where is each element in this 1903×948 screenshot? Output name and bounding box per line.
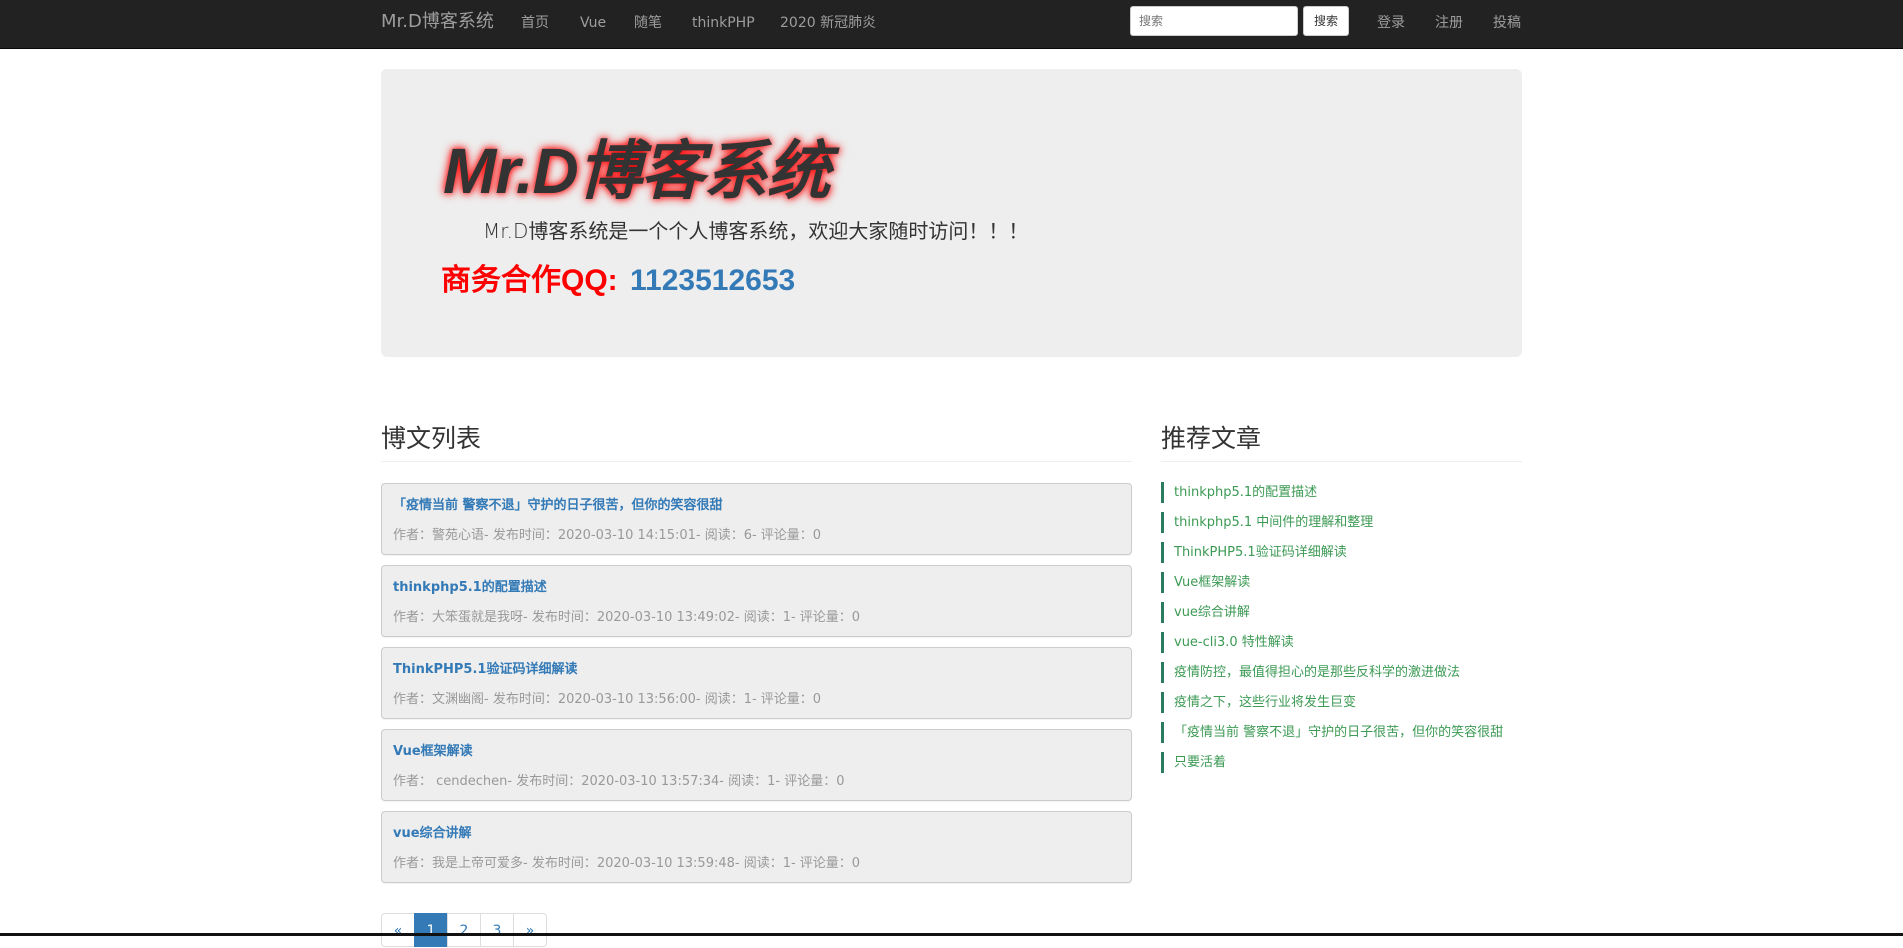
top-navbar: Mr.D博客系统 首页 Vue 随笔 thinkPHP 2020 新冠肺炎 搜索… [0, 0, 1903, 49]
pagination-page-1[interactable]: 1 [414, 913, 448, 947]
post-meta: 作者：文渊幽阁- 发布时间：2020-03-10 13:56:00- 阅读：1-… [393, 692, 822, 707]
search-input[interactable] [1130, 6, 1298, 36]
recommended-article-link[interactable]: Vue框架解读 [1161, 572, 1250, 593]
recommended-article-link[interactable]: 「疫情当前 警察不退」守护的日子很苦，但你的笑容很甜 [1161, 722, 1503, 743]
pagination-prev[interactable]: « [381, 913, 415, 947]
contact-qq-number: 1123512653 [630, 264, 796, 297]
recommended-article-link[interactable]: 疫情之下，这些行业将发生巨变 [1161, 692, 1356, 713]
nav-link-thinkphp[interactable]: thinkPHP [692, 14, 755, 32]
post-card: Vue框架解读 作者： cendechen- 发布时间：2020-03-10 1… [381, 729, 1132, 801]
nav-link-submit[interactable]: 投稿 [1493, 14, 1521, 32]
nav-link-covid[interactable]: 2020 新冠肺炎 [780, 14, 876, 32]
recommended-article-link[interactable]: vue综合讲解 [1161, 602, 1250, 623]
recommended-article-link[interactable]: vue-cli3.0 特性解读 [1161, 632, 1294, 653]
nav-link-essays[interactable]: 随笔 [634, 14, 662, 32]
pagination-page-2[interactable]: 2 [447, 913, 481, 947]
hero-banner: Mr.D博客系统 Mr.D博客系统是一个个人博客系统，欢迎大家随时访问！！！ 商… [381, 69, 1522, 357]
recommended-article-link[interactable]: 只要活着 [1161, 752, 1226, 773]
recommended-title-divider [1161, 461, 1522, 462]
pagination-next[interactable]: » [513, 913, 547, 947]
nav-link-vue[interactable]: Vue [580, 14, 606, 32]
recommended-article-link[interactable]: ThinkPHP5.1验证码详细解读 [1161, 542, 1347, 563]
post-meta: 作者：警苑心语- 发布时间：2020-03-10 14:15:01- 阅读：6-… [393, 528, 822, 543]
post-title-link[interactable]: 「疫情当前 警察不退」守护的日子很苦，但你的笑容很甜 [393, 497, 723, 515]
posts-section-title: 博文列表 [381, 424, 482, 453]
nav-link-login[interactable]: 登录 [1377, 14, 1405, 32]
post-meta: 作者：大笨蛋就是我呀- 发布时间：2020-03-10 13:49:02- 阅读… [393, 610, 861, 625]
post-card: ThinkPHP5.1验证码详细解读 作者：文渊幽阁- 发布时间：2020-03… [381, 647, 1132, 719]
post-title-link[interactable]: Vue框架解读 [393, 743, 473, 761]
recommended-article-link[interactable]: thinkphp5.1的配置描述 [1161, 482, 1317, 503]
recommended-article-link[interactable]: 疫情防控，最值得担心的是那些反科学的激进做法 [1161, 662, 1460, 683]
post-card: 「疫情当前 警察不退」守护的日子很苦，但你的笑容很甜 作者：警苑心语- 发布时间… [381, 483, 1132, 555]
nav-link-register[interactable]: 注册 [1435, 14, 1463, 32]
post-meta: 作者：我是上帝可爱多- 发布时间：2020-03-10 13:59:48- 阅读… [393, 856, 861, 871]
recommended-article-link[interactable]: thinkphp5.1 中间件的理解和整理 [1161, 512, 1373, 533]
hero-title: Mr.D博客系统 [443, 135, 831, 207]
contact-label: 商务合作QQ: [441, 264, 618, 297]
post-card: thinkphp5.1的配置描述 作者：大笨蛋就是我呀- 发布时间：2020-0… [381, 565, 1132, 637]
post-title-link[interactable]: ThinkPHP5.1验证码详细解读 [393, 661, 577, 679]
posts-title-divider [381, 461, 1132, 462]
post-card: vue综合讲解 作者：我是上帝可爱多- 发布时间：2020-03-10 13:5… [381, 811, 1132, 883]
post-meta: 作者： cendechen- 发布时间：2020-03-10 13:57:34-… [393, 774, 845, 789]
post-title-link[interactable]: vue综合讲解 [393, 825, 472, 843]
hero-description: Mr.D博客系统是一个个人博客系统，欢迎大家随时访问！！！ [483, 219, 1029, 243]
brand-link[interactable]: Mr.D博客系统 [381, 10, 494, 34]
business-contact: 商务合作QQ: 1123512653 [441, 263, 795, 299]
pagination-page-3[interactable]: 3 [480, 913, 514, 947]
post-title-link[interactable]: thinkphp5.1的配置描述 [393, 579, 547, 597]
recommended-section-title: 推荐文章 [1161, 424, 1262, 453]
nav-link-home[interactable]: 首页 [521, 14, 549, 32]
search-button[interactable]: 搜索 [1303, 6, 1349, 36]
